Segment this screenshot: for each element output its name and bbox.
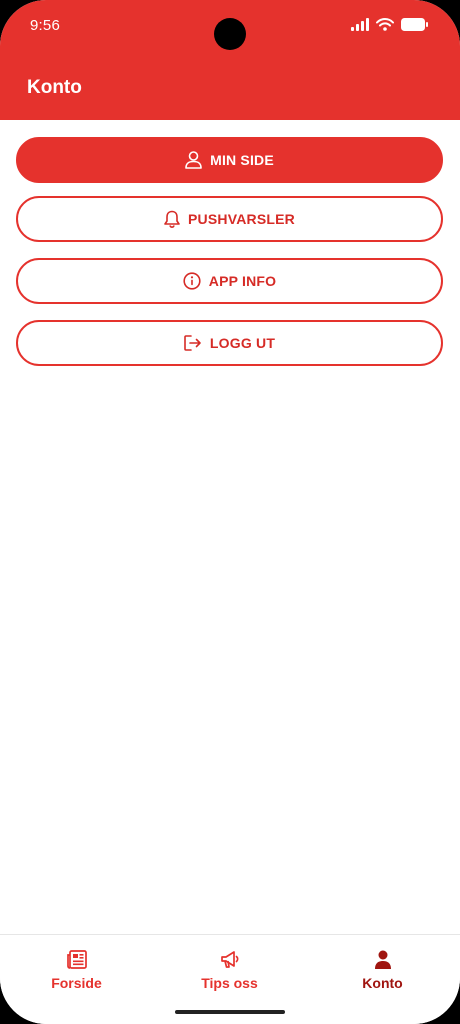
- tab-forside-label: Forside: [51, 974, 102, 991]
- page-title: Konto: [27, 77, 82, 98]
- app-header: 9:56 Konto: [0, 0, 460, 120]
- app-info-label: APP INFO: [208, 273, 277, 289]
- tab-tips-oss-label: Tips oss: [201, 974, 258, 991]
- min-side-label: MIN SIDE: [210, 152, 274, 168]
- status-time: 9:56: [30, 17, 60, 34]
- camera-cutout: [214, 18, 246, 50]
- wifi-icon: [376, 18, 394, 31]
- battery-icon: [401, 18, 428, 31]
- home-indicator[interactable]: [175, 1010, 285, 1014]
- status-icons: [351, 18, 428, 31]
- user-icon: [185, 151, 202, 169]
- phone-screen: 9:56 Konto MIN SIDE PUSHVARSLER APP INFO…: [0, 0, 460, 1024]
- min-side-button[interactable]: MIN SIDE: [16, 137, 443, 183]
- tab-konto[interactable]: Konto: [306, 935, 459, 1005]
- pushvarsler-label: PUSHVARSLER: [188, 211, 295, 227]
- tab-konto-label: Konto: [362, 974, 403, 991]
- person-icon: [374, 950, 391, 969]
- info-icon: [183, 272, 201, 290]
- logg-ut-button[interactable]: LOGG UT: [16, 320, 443, 366]
- pushvarsler-button[interactable]: PUSHVARSLER: [16, 196, 443, 242]
- megaphone-icon: [220, 950, 238, 968]
- signal-icon: [351, 18, 369, 31]
- newspaper-icon: [66, 949, 87, 969]
- tab-tips-oss[interactable]: Tips oss: [153, 935, 306, 1005]
- app-info-button[interactable]: APP INFO: [16, 258, 443, 304]
- logout-icon: [184, 335, 201, 351]
- bell-icon: [164, 210, 180, 228]
- tab-forside[interactable]: Forside: [0, 935, 153, 1005]
- logg-ut-label: LOGG UT: [209, 335, 276, 351]
